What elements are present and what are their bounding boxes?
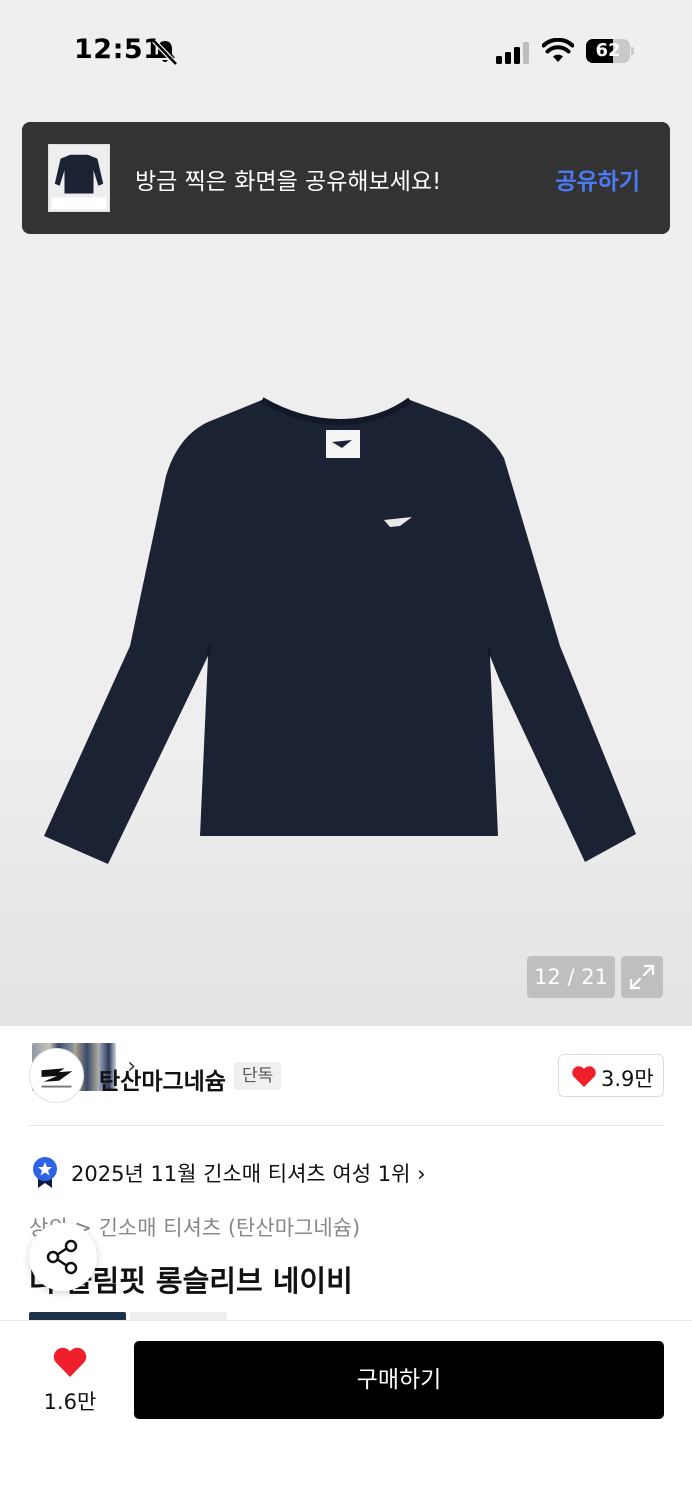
share-screenshot-toast: 방금 찍은 화면을 공유해보세요! 공유하기 (22, 122, 670, 234)
share-button[interactable] (29, 1223, 97, 1291)
product-image-navy-longsleeve (44, 397, 636, 864)
fullscreen-button[interactable] (621, 956, 663, 998)
toast-message: 방금 찍은 화면을 공유해보세요! (135, 169, 442, 195)
bell-slash-icon (152, 39, 178, 66)
divider (29, 1125, 664, 1126)
product-image-gallery[interactable]: › 12 / 21 (0, 100, 692, 1096)
ranking-text: 2025년 11월 긴소매 티셔츠 여성 1위 › (71, 1162, 426, 1186)
wishlist-count: 1.6만 (43, 1390, 97, 1414)
buy-button[interactable]: 구매하기 (134, 1341, 664, 1419)
wishlist-heart-icon[interactable] (52, 1346, 88, 1378)
exclusive-badge: 단독 (234, 1062, 282, 1090)
cellular-signal-icon (496, 42, 529, 64)
brand-like-count: 3.9만 (601, 1067, 654, 1091)
status-bar: 12:51 62 (0, 0, 692, 100)
battery-percent: 62 (595, 40, 621, 61)
wifi-icon (542, 38, 574, 62)
brand-logo-mark (41, 1068, 73, 1088)
heart-icon (572, 1066, 596, 1087)
chevron-right-icon: › (417, 1162, 426, 1186)
battery-icon: 62 (586, 39, 634, 63)
screenshot-preview-image (49, 145, 109, 211)
toast-share-button[interactable]: 공유하기 (555, 162, 640, 196)
brand-like-button[interactable]: 3.9만 (558, 1054, 664, 1097)
share-icon (46, 1239, 78, 1275)
screenshot-thumbnail[interactable] (48, 144, 110, 212)
brand-name[interactable]: 탄산마그네슘 (99, 1062, 226, 1096)
expand-icon (629, 964, 655, 990)
image-counter: 12 / 21 (527, 956, 615, 998)
brand-logo[interactable] (29, 1048, 84, 1103)
ranking-medal-icon (33, 1157, 57, 1188)
